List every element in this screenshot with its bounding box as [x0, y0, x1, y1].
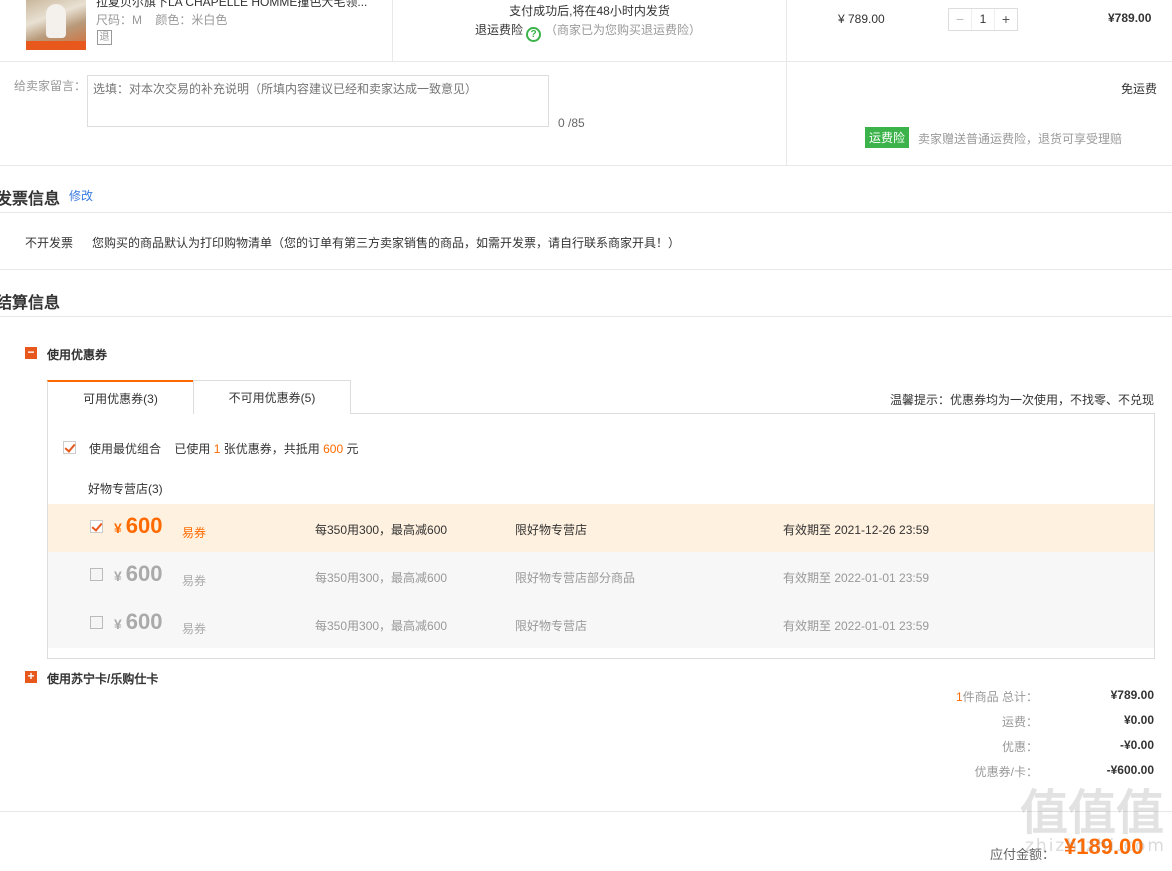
coupon-kind: 易券 [182, 574, 207, 588]
coupon-row[interactable]: ¥600 易券 每350用300，最高减600 限好物专营店 有效期至 2022… [48, 600, 1154, 648]
coupon-checkbox[interactable] [90, 520, 103, 533]
product-size: 尺码：M [96, 13, 142, 27]
used-prefix: 已使用 [174, 442, 211, 456]
product-thumbnail-strip [26, 41, 86, 50]
coupon-total-value: -¥600.00 [1106, 763, 1154, 777]
qty-plus-button[interactable]: + [995, 9, 1017, 30]
coupon-checkbox[interactable] [90, 568, 103, 581]
tab-unavailable-coupons[interactable]: 不可用优惠券(5) [193, 380, 351, 414]
coupon-value: 600 [125, 561, 163, 586]
invoice-edit-link[interactable]: 修改 [69, 187, 93, 204]
coupon-rule: 每350用300，最高减600 [315, 619, 448, 633]
product-title[interactable]: 拉夏贝尔旗下LA CHAPELLE HOMME撞色大毛领... [96, 0, 386, 10]
coupon-row[interactable]: ¥600 易券 每350用300，最高减600 限好物专营店 有效期至 2021… [48, 504, 1154, 552]
coupon-expire: 有效期至 2022-01-01 23:59 [783, 571, 930, 585]
best-combo-checkbox[interactable] [63, 441, 76, 454]
invoice-type: 不开发票 [25, 236, 74, 250]
shipping-fee: 免运费 [1121, 82, 1158, 96]
insurance-note: （商家已为您购买退运费险） [545, 23, 702, 37]
qty-minus-button[interactable]: − [949, 9, 971, 30]
items-total-label: 1件商品 总计： [956, 688, 1038, 705]
ship-note: 支付成功后,将在48小时内发货 [509, 4, 670, 18]
items-total: ¥789.00 [1110, 688, 1154, 702]
coupon-expire: 有效期至 2021-12-26 23:59 [783, 523, 930, 537]
pay-label: 应付金额： [990, 847, 1056, 862]
expand-icon[interactable]: + [25, 670, 37, 683]
divider [0, 212, 1172, 213]
store-name: 好物专营店(3) [88, 482, 163, 496]
tab-available-coupons[interactable]: 可用优惠券(3) [47, 380, 193, 414]
subtotal: ¥789.00 [1108, 11, 1152, 25]
watermark-glyphs: 值值值 [1020, 785, 1165, 841]
coupon-amount: ¥600 [114, 609, 163, 635]
used-mid: 张优惠券，共抵用 [223, 442, 320, 456]
coupon-scope: 限好物专营店 [515, 523, 588, 537]
coupon-tip: 温馨提示：优惠券均为一次使用，不找零、不兑现 [890, 393, 1155, 407]
seller-message-input[interactable] [87, 75, 549, 127]
divider [786, 0, 787, 165]
coupon-kind: 易券 [182, 526, 207, 540]
coupon-rule: 每350用300，最高减600 [315, 571, 448, 585]
freight-value: ¥0.00 [1123, 713, 1154, 727]
return-icon: 退 [97, 30, 112, 45]
insurance-desc: 卖家赠送普通运费险，退货可享受理赔 [918, 132, 1123, 146]
coupon-row[interactable]: ¥600 易券 每350用300，最高减600 限好物专营店部分商品 有效期至 … [48, 552, 1154, 600]
coupon-currency: ¥ [114, 616, 122, 632]
divider [0, 811, 1172, 812]
divider [0, 165, 1172, 166]
best-combo-label[interactable]: 使用最优组合 [89, 442, 161, 456]
coupon-scope: 限好物专营店 [515, 619, 588, 633]
freight-label: 运费： [1001, 715, 1038, 729]
unit-price: ¥ 789.00 [838, 12, 885, 26]
product-color: 颜色：米白色 [155, 13, 228, 27]
insurance-line: 退运费险? （商家已为您购买退运费险） [475, 21, 701, 42]
collapse-icon[interactable]: − [25, 346, 37, 359]
coupon-expire: 有效期至 2022-01-01 23:59 [783, 619, 930, 633]
coupon-value: 600 [125, 609, 163, 634]
settlement-title: 结算信息 [0, 295, 61, 312]
items-label: 件商品 总计： [962, 690, 1038, 704]
divider [0, 269, 1172, 270]
used-count: 1 [213, 442, 221, 456]
message-count: 0 /85 [558, 116, 585, 130]
discount-label: 优惠： [1001, 740, 1038, 754]
divider [0, 61, 1172, 62]
coupon-total-label: 优惠券/卡： [974, 765, 1038, 779]
items-count: 1 [955, 690, 963, 704]
coupon-currency: ¥ [114, 520, 122, 536]
product-figure [46, 4, 66, 38]
card-section-label[interactable]: 使用苏宁卡/乐购仕卡 [47, 670, 158, 687]
product-thumbnail[interactable] [26, 0, 86, 50]
coupon-value: 600 [125, 513, 163, 538]
coupon-kind: 易券 [182, 622, 207, 636]
invoice-desc: 您购买的商品默认为打印购物清单（您的订单有第三方卖家销售的商品，如需开发票，请自… [92, 236, 681, 250]
invoice-title: 发票信息 [0, 191, 61, 208]
coupon-rule: 每350用300，最高减600 [315, 523, 448, 537]
coupon-amount: ¥600 [114, 561, 163, 587]
pay-amount: ¥189.00 [1064, 834, 1144, 859]
insurance-badge: 运费险 [865, 127, 910, 148]
coupon-scope: 限好物专营店部分商品 [515, 571, 636, 585]
used-amount: 600 [323, 442, 344, 456]
best-combo-text: 使用最优组合 已使用 1 张优惠券，共抵用 600 元 [89, 440, 359, 457]
qty-input[interactable]: 1 [971, 9, 995, 30]
divider [0, 316, 1172, 317]
insurance-label: 退运费险 [475, 23, 524, 37]
coupon-amount: ¥600 [114, 513, 163, 539]
quantity-stepper[interactable]: − 1 + [948, 8, 1018, 31]
used-suffix: 元 [346, 442, 359, 456]
question-icon[interactable]: ? [526, 27, 542, 42]
message-label: 给卖家留言： [14, 79, 87, 93]
discount-value: -¥0.00 [1119, 738, 1154, 752]
coupon-section-label[interactable]: 使用优惠券 [47, 346, 107, 363]
coupon-checkbox[interactable] [90, 616, 103, 629]
tab-joint [48, 413, 192, 414]
coupon-currency: ¥ [114, 568, 122, 584]
product-spec: 尺码：M 颜色：米白色 [96, 11, 227, 28]
